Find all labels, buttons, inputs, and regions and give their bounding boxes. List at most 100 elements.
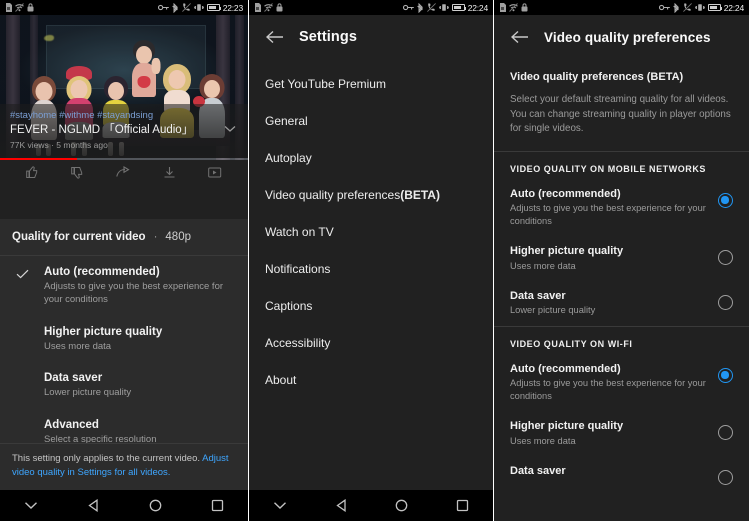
chevron-down-icon <box>224 125 236 132</box>
sidebar-item-general[interactable]: General <box>249 102 493 139</box>
option-subtitle: Uses more data <box>44 340 112 352</box>
status-bar: 22:23 <box>0 0 248 15</box>
prefs-heading: Video quality preferences (BETA) <box>494 59 749 87</box>
sidebar-item-notifications[interactable]: Notifications <box>249 250 493 287</box>
radio-button-selected[interactable] <box>718 193 733 209</box>
back-triangle-icon[interactable] <box>87 499 100 512</box>
home-circle-icon[interactable] <box>395 499 408 512</box>
quality-sheet-heading: Quality for current video <box>12 231 146 243</box>
call-mute-icon <box>426 3 436 12</box>
quality-option-higher[interactable]: Higher picture quality Uses more data <box>0 316 248 363</box>
bluetooth-icon <box>417 2 424 13</box>
item-label: Notifications <box>265 261 331 276</box>
pref-option-mobile-higher[interactable]: Higher picture quality Uses more data <box>494 237 749 281</box>
vpn-key-icon <box>658 4 670 11</box>
home-circle-icon[interactable] <box>149 499 162 512</box>
check-icon <box>0 265 44 279</box>
panel-video-quality-preferences: 22:24 Video quality preferences Video qu… <box>494 0 749 521</box>
video-thumbnail[interactable]: #stayhome #withme #stayandsing FEVER - N… <box>0 15 248 160</box>
quality-sheet-header: Quality for current video · 480p <box>0 219 248 255</box>
option-title: Higher picture quality <box>510 245 624 258</box>
pref-option-wifi-auto[interactable]: Auto (recommended) Adjusts to give you t… <box>494 355 749 412</box>
option-title: Auto (recommended) <box>510 188 621 201</box>
chevron-down-icon[interactable] <box>24 501 38 510</box>
lock-icon <box>276 3 283 12</box>
item-label: Captions <box>265 298 313 313</box>
bluetooth-icon <box>172 2 179 13</box>
radio-button[interactable] <box>718 469 733 485</box>
panel-settings: 22:24 Settings Get YouTube Premium Gener… <box>249 0 494 521</box>
pref-option-wifi-data-saver[interactable]: Data saver <box>494 457 749 494</box>
recents-square-icon[interactable] <box>456 499 469 512</box>
quality-sheet-separator: · <box>153 231 158 243</box>
prefs-app-bar: Video quality preferences <box>494 15 749 59</box>
sidebar-item-premium[interactable]: Get YouTube Premium <box>249 65 493 102</box>
preferences-scroll-area[interactable]: Video quality preferences (BETA) Select … <box>494 59 749 521</box>
vpn-key-icon <box>402 4 414 11</box>
option-subtitle: Adjusts to give you the best experience … <box>510 378 706 402</box>
quality-bottom-sheet: Quality for current video · 480p Auto (r… <box>0 219 248 490</box>
option-subtitle: Adjusts to give you the best experience … <box>44 280 224 305</box>
option-subtitle: Uses more data <box>510 435 576 446</box>
thumb-up-icon[interactable] <box>26 165 39 179</box>
save-to-playlist-icon[interactable] <box>208 166 222 179</box>
vibrate-icon <box>193 3 204 12</box>
quality-option-data-saver[interactable]: Data saver Lower picture quality <box>0 362 248 409</box>
wifi-off-icon <box>15 3 24 12</box>
battery-icon <box>707 4 723 11</box>
call-mute-icon <box>682 3 692 12</box>
share-icon[interactable] <box>116 165 131 179</box>
status-time: 22:23 <box>222 2 243 13</box>
footer-text: This setting only applies to the current… <box>12 453 203 465</box>
pref-option-mobile-data-saver[interactable]: Data saver Lower picture quality <box>494 282 749 326</box>
sidebar-item-accessibility[interactable]: Accessibility <box>249 324 493 361</box>
video-stats: 77K views · 5 months ago <box>10 140 108 150</box>
lock-icon <box>27 3 34 12</box>
video-metadata: #stayhome #withme #stayandsing FEVER - N… <box>0 103 248 158</box>
option-subtitle: Adjusts to give you the best experience … <box>510 203 706 227</box>
option-title: Advanced <box>44 419 99 432</box>
wifi-off-icon <box>509 3 518 12</box>
radio-button[interactable] <box>718 294 733 310</box>
wifi-off-icon <box>264 3 273 12</box>
back-triangle-icon[interactable] <box>335 499 348 512</box>
radio-button[interactable] <box>718 425 733 441</box>
sidebar-item-video-quality[interactable]: Video quality preferences (BETA) <box>249 176 493 213</box>
option-title: Auto (recommended) <box>44 266 160 278</box>
option-title: Higher picture quality <box>510 420 624 433</box>
vibrate-icon <box>438 3 449 12</box>
download-icon[interactable] <box>163 166 176 179</box>
sim-card-icon <box>5 3 12 12</box>
sidebar-item-captions[interactable]: Captions <box>249 287 493 324</box>
sidebar-item-about[interactable]: About <box>249 361 493 398</box>
panel-video-player: 22:23 #stayhome #withme #stayandsing FEV… <box>0 0 249 521</box>
three-panel-screenshot: 22:23 #stayhome #withme #stayandsing FEV… <box>0 0 750 521</box>
recents-square-icon[interactable] <box>211 499 224 512</box>
battery-icon <box>206 4 222 11</box>
beta-badge: (BETA) <box>400 187 440 202</box>
option-title: Auto (recommended) <box>510 363 621 376</box>
pref-option-mobile-auto[interactable]: Auto (recommended) Adjusts to give you t… <box>494 180 749 237</box>
sidebar-item-autoplay[interactable]: Autoplay <box>249 139 493 176</box>
pref-option-wifi-higher[interactable]: Higher picture quality Uses more data <box>494 412 749 456</box>
expand-description-button[interactable] <box>222 123 238 133</box>
quality-sheet-footer: This setting only applies to the current… <box>0 443 248 490</box>
arrow-back-icon[interactable] <box>510 27 530 47</box>
status-time: 22:24 <box>467 2 488 13</box>
radio-button-selected[interactable] <box>718 368 733 384</box>
call-mute-icon <box>181 3 191 12</box>
radio-button[interactable] <box>718 250 733 266</box>
prefs-description: Select your default streaming quality fo… <box>510 94 731 135</box>
video-hashtags[interactable]: #stayhome #withme #stayandsing <box>10 110 238 121</box>
sidebar-item-watch-on-tv[interactable]: Watch on TV <box>249 213 493 250</box>
option-subtitle: Uses more data <box>510 260 576 271</box>
quality-option-auto[interactable]: Auto (recommended) Adjusts to give you t… <box>0 256 248 316</box>
arrow-back-icon[interactable] <box>265 27 285 47</box>
settings-app-bar: Settings <box>249 15 493 59</box>
vpn-key-icon <box>157 4 169 11</box>
section-title-wifi: VIDEO QUALITY ON WI-FI <box>510 339 633 350</box>
thumb-down-icon[interactable] <box>71 166 84 179</box>
item-label: Accessibility <box>265 335 331 350</box>
chevron-down-icon[interactable] <box>273 501 287 510</box>
video-progress-bar[interactable] <box>0 158 248 160</box>
